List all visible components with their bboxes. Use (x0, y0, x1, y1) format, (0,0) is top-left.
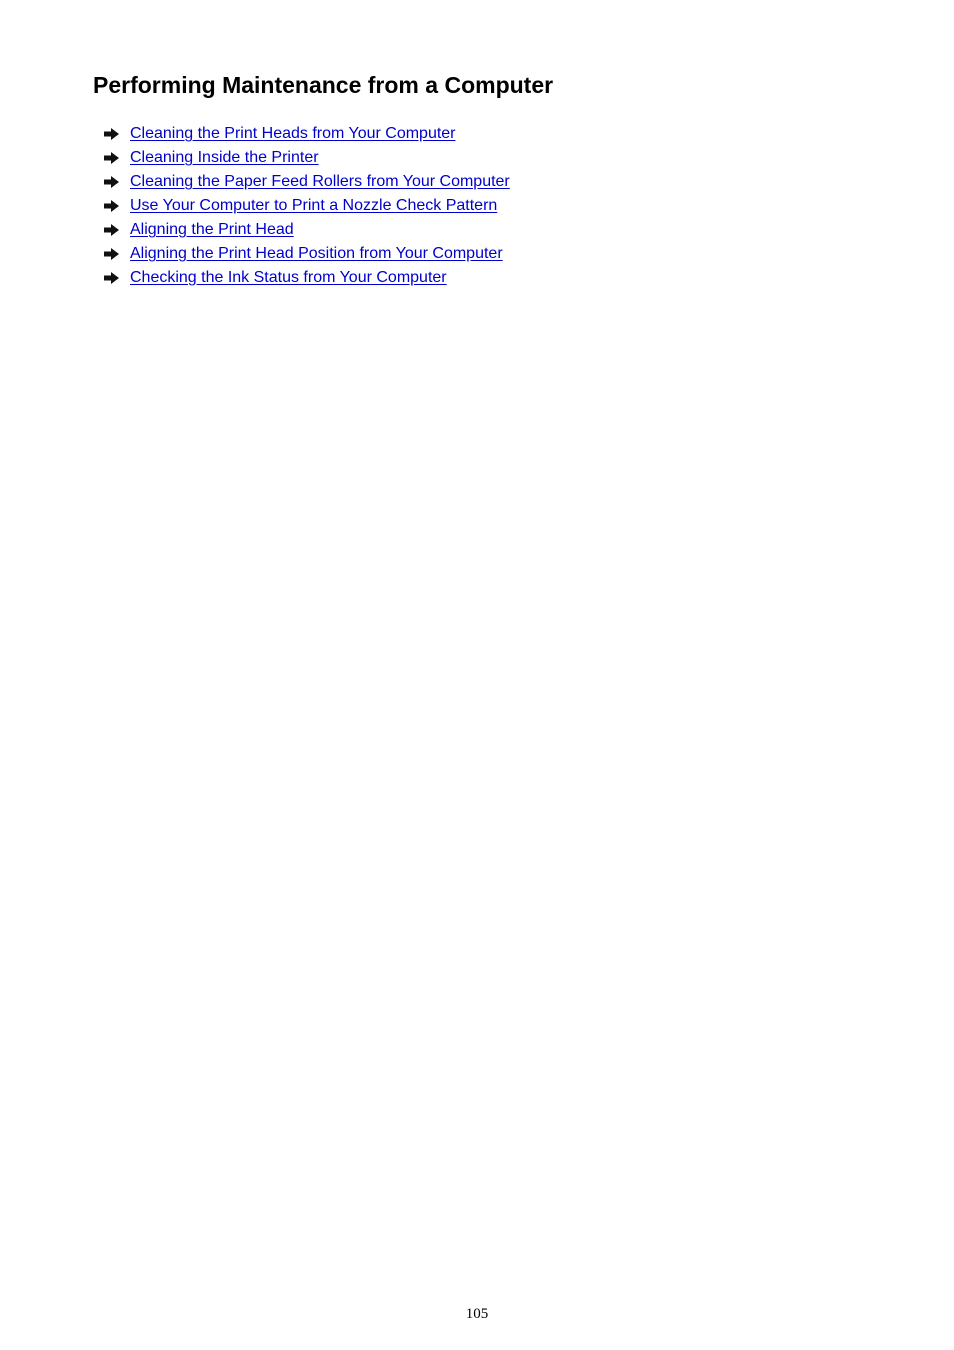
list-item: Use Your Computer to Print a Nozzle Chec… (104, 194, 510, 218)
list-item: Aligning the Print Head (104, 218, 510, 242)
right-arrow-icon (104, 218, 119, 242)
right-arrow-icon (104, 242, 119, 266)
page-number: 105 (465, 1306, 489, 1322)
link-aligning-print-head-position[interactable]: Aligning the Print Head Position from Yo… (130, 242, 503, 266)
link-cleaning-print-heads[interactable]: Cleaning the Print Heads from Your Compu… (130, 122, 456, 146)
right-arrow-icon (104, 146, 119, 170)
list-item: Aligning the Print Head Position from Yo… (104, 242, 510, 266)
list-item: Cleaning the Paper Feed Rollers from You… (104, 170, 510, 194)
related-links-list: Cleaning the Print Heads from Your Compu… (104, 122, 510, 290)
right-arrow-icon (104, 170, 119, 194)
link-cleaning-paper-feed-rollers[interactable]: Cleaning the Paper Feed Rollers from You… (130, 170, 510, 194)
page-title: Performing Maintenance from a Computer (93, 72, 554, 98)
list-item: Checking the Ink Status from Your Comput… (104, 266, 510, 290)
link-aligning-print-head[interactable]: Aligning the Print Head (130, 218, 294, 242)
list-item: Cleaning Inside the Printer (104, 146, 510, 170)
link-cleaning-inside-printer[interactable]: Cleaning Inside the Printer (130, 146, 319, 170)
right-arrow-icon (104, 266, 119, 290)
link-nozzle-check-pattern[interactable]: Use Your Computer to Print a Nozzle Chec… (130, 194, 497, 218)
list-item: Cleaning the Print Heads from Your Compu… (104, 122, 510, 146)
link-checking-ink-status[interactable]: Checking the Ink Status from Your Comput… (130, 266, 447, 290)
right-arrow-icon (104, 194, 119, 218)
right-arrow-icon (104, 122, 119, 146)
